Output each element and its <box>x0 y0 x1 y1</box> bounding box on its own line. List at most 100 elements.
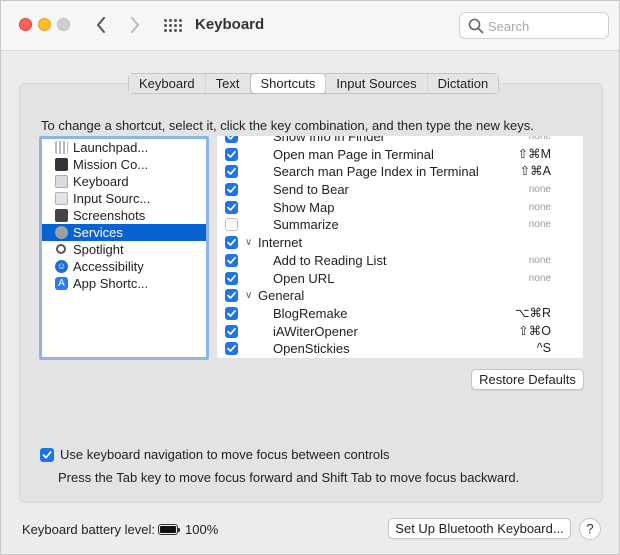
shortcut-category-list[interactable]: Launchpad... Mission Co... Keyboard Input S… <box>39 136 209 360</box>
shortcut-key[interactable]: ⌥⌘R <box>515 305 551 323</box>
search-input[interactable] <box>488 17 603 35</box>
shortcut-group-row[interactable]: ∨ Internet <box>217 234 583 252</box>
tab-text[interactable]: Text <box>205 74 251 93</box>
keyboard-navigation-hint: Press the Tab key to move focus forward … <box>58 470 520 485</box>
category-item[interactable]: Spotlight <box>42 241 206 258</box>
tab-keyboard[interactable]: Keyboard <box>129 74 206 93</box>
shortcut-row[interactable]: Send to Bear none <box>217 181 583 199</box>
tab-input-sources[interactable]: Input Sources <box>326 74 428 93</box>
shortcut-row[interactable]: Show Map none <box>217 199 583 217</box>
help-button[interactable]: ? <box>579 518 601 540</box>
shortcut-key[interactable]: none <box>529 216 551 234</box>
tab-shortcuts[interactable]: Shortcuts <box>250 74 327 93</box>
show-all-grid-button[interactable] <box>162 15 184 37</box>
shortcut-label: Show Map <box>273 199 335 215</box>
category-label: Accessibility <box>73 259 144 274</box>
tab-dictation[interactable]: Dictation <box>427 74 499 93</box>
category-item[interactable]: Services <box>42 224 206 241</box>
restore-defaults-button[interactable]: Restore Defaults <box>471 369 584 390</box>
back-button[interactable] <box>90 13 112 37</box>
category-item[interactable]: Mission Co... <box>42 156 206 173</box>
shortcut-label: Open URL <box>273 270 335 286</box>
category-item[interactable]: Screenshots <box>42 207 206 224</box>
disclosure-chevron-icon[interactable]: ∨ <box>245 287 252 305</box>
checkmark-icon <box>227 136 235 140</box>
category-item[interactable]: A App Shortc... <box>42 275 206 292</box>
category-item[interactable]: Keyboard <box>42 173 206 190</box>
checkmark-icon <box>227 203 236 211</box>
shortcut-row[interactable]: Summarize none <box>217 216 583 234</box>
keyboard-navigation-checkbox[interactable] <box>40 448 54 462</box>
checkmark-icon <box>227 292 236 300</box>
grid-dot <box>164 19 167 22</box>
shortcut-row[interactable]: BlogRemake ⌥⌘R <box>217 305 583 323</box>
window-title: Keyboard <box>195 16 265 33</box>
instructions-text: To change a shortcut, select it, click t… <box>41 118 534 133</box>
checkmark-icon <box>227 256 236 264</box>
shortcut-key[interactable]: none <box>529 136 551 146</box>
shortcut-checkbox[interactable] <box>225 342 238 356</box>
shortcut-row[interactable]: Open URL none <box>217 270 583 288</box>
category-item[interactable]: ☺ Accessibility <box>42 258 206 275</box>
shortcut-checkbox[interactable] <box>225 165 238 179</box>
shortcut-checkbox[interactable] <box>225 289 238 303</box>
shortcut-checkbox[interactable] <box>225 271 238 285</box>
minimize-window-button[interactable] <box>38 18 51 31</box>
services-gear-icon <box>55 226 68 239</box>
shortcut-key[interactable]: none <box>529 199 551 217</box>
forward-button[interactable] <box>124 13 146 37</box>
shortcut-key[interactable]: ⇧⌘O <box>518 323 551 341</box>
category-item[interactable]: Input Sourc... <box>42 190 206 207</box>
shortcut-key[interactable]: none <box>529 181 551 199</box>
disclosure-chevron-icon[interactable]: ∨ <box>245 234 252 252</box>
shortcut-group-row[interactable]: ∨ General <box>217 287 583 305</box>
shortcut-label: Internet <box>258 235 303 251</box>
grid-dot <box>179 24 182 27</box>
shortcut-key[interactable]: ⇧⌘A <box>520 163 551 181</box>
shortcut-key[interactable]: none <box>529 252 551 270</box>
grid-dot <box>174 24 177 27</box>
grid-dot <box>164 24 167 27</box>
shortcut-key[interactable]: ^S <box>537 340 551 358</box>
grid-dot <box>179 19 182 22</box>
category-label: Mission Co... <box>73 157 149 172</box>
grid-dot <box>174 19 177 22</box>
shortcut-row[interactable]: iAWiterOpener ⇧⌘O <box>217 323 583 341</box>
search-icon <box>468 18 484 34</box>
grid-dot <box>164 29 167 32</box>
shortcut-label: General <box>258 288 305 304</box>
shortcut-checkbox[interactable] <box>225 236 238 250</box>
zoom-window-button[interactable] <box>57 18 70 31</box>
shortcut-label: BlogRemake <box>273 305 348 321</box>
set-up-bluetooth-keyboard-button[interactable]: Set Up Bluetooth Keyboard... <box>388 518 571 539</box>
category-item[interactable]: Launchpad... <box>42 139 206 156</box>
chevron-right-icon <box>131 17 139 33</box>
shortcut-row[interactable]: Open man Page in Terminal ⇧⌘M <box>217 146 583 164</box>
shortcut-row[interactable]: OpenStickies ^S <box>217 340 583 358</box>
shortcut-checkbox[interactable] <box>225 147 238 161</box>
keyboard-navigation-label: Use keyboard navigation to move focus be… <box>60 447 390 462</box>
shortcut-label: Search man Page Index in Terminal <box>273 164 479 180</box>
shortcut-checkbox[interactable] <box>225 136 238 143</box>
shortcut-checkbox[interactable] <box>225 183 238 197</box>
shortcut-row[interactable]: Add to Reading List none <box>217 252 583 270</box>
shortcut-key[interactable]: none <box>529 270 551 288</box>
shortcut-checkbox[interactable] <box>225 200 238 214</box>
close-window-button[interactable] <box>19 18 32 31</box>
shortcut-checkbox[interactable] <box>225 324 238 338</box>
shortcut-row[interactable]: Search man Page Index in Terminal ⇧⌘A <box>217 163 583 181</box>
category-label: Input Sourc... <box>73 191 151 206</box>
shortcut-checkbox[interactable] <box>225 253 238 267</box>
shortcut-list[interactable]: Show Info in Finder none Open man Page in … <box>217 136 583 358</box>
keyboard-preferences-window: Keyboard KeyboardTextShortcutsInput Sour… <box>0 0 620 555</box>
shortcut-checkbox[interactable] <box>225 306 238 320</box>
checkmark-icon <box>227 327 236 335</box>
shortcut-checkbox[interactable] <box>225 218 238 232</box>
search-field[interactable] <box>459 12 609 39</box>
grid-dot <box>174 29 177 32</box>
spotlight-icon <box>56 244 66 254</box>
shortcut-key[interactable]: ⇧⌘M <box>518 146 551 164</box>
accessibility-icon: ☺ <box>55 260 68 273</box>
checkmark-icon <box>227 150 236 158</box>
shortcut-row[interactable]: Show Info in Finder none <box>217 136 583 146</box>
